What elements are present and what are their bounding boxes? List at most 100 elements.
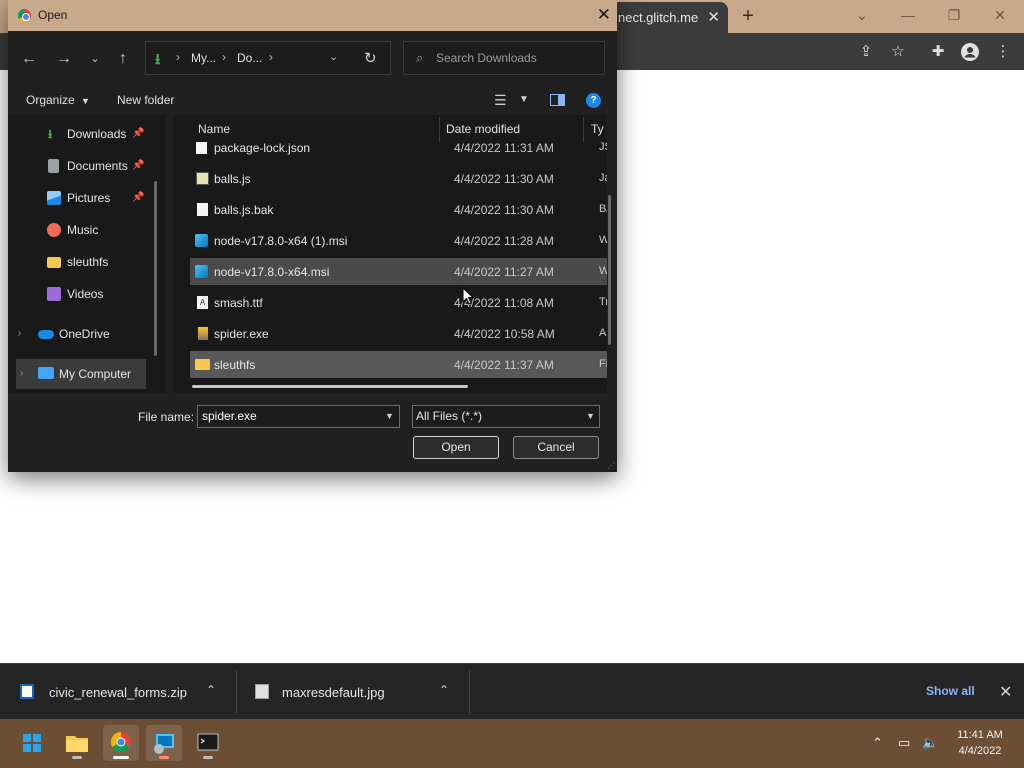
chevron-down-icon[interactable]: ▼ <box>385 411 394 421</box>
vertical-scrollbar[interactable] <box>608 195 611 345</box>
command-bar: Organize ▼ New folder ☰ ▼ ? <box>8 85 617 115</box>
sidebar-item-label: Music <box>67 223 99 237</box>
sidebar-item-onedrive[interactable]: › OneDrive <box>8 319 158 349</box>
chevron-up-icon[interactable]: ⌃ <box>206 683 216 697</box>
start-button[interactable] <box>14 725 50 761</box>
address-bar[interactable]: ⭳ › My... › Do... › ⌄ ↻ <box>145 41 391 75</box>
file-row-balls-js-bak[interactable]: balls.js.bak 4/4/2022 11:30 AM B/ <box>182 196 607 223</box>
dialog-footer: File name: spider.exe ▼ All Files (*.*) … <box>8 393 617 472</box>
back-arrow-icon[interactable]: ← <box>18 48 40 70</box>
restore-icon[interactable]: ❐ <box>932 3 976 27</box>
refresh-icon[interactable]: ↻ <box>364 49 377 67</box>
sidebar-item-my-computer[interactable]: › My Computer <box>16 359 146 389</box>
sidebar-item-sleuthfs[interactable]: sleuthfs <box>8 247 158 277</box>
chevron-down-icon: ▼ <box>81 96 90 106</box>
profile-icon[interactable] <box>958 40 982 64</box>
organize-label: Organize <box>26 93 75 107</box>
view-dropdown-icon[interactable]: ▼ <box>519 94 529 105</box>
exe-icon <box>198 327 208 340</box>
clock-date[interactable]: 4/4/2022 <box>945 745 1015 757</box>
browser-tab[interactable]: nect.glitch.me ✕ <box>600 2 728 33</box>
file-date: 4/4/2022 10:58 AM <box>454 327 555 341</box>
forward-arrow-icon[interactable]: → <box>53 48 75 70</box>
new-folder-button[interactable]: New folder <box>117 93 174 107</box>
download-bar: civic_renewal_forms.zip ⌃ maxresdefault.… <box>0 663 1024 719</box>
address-dropdown-icon[interactable]: ⌄ <box>329 50 338 63</box>
open-button[interactable]: Open <box>413 436 499 459</box>
open-file-dialog: Open ✕ ← → ⌄ ↑ ⭳ › My... › Do... › ⌄ ↻ ⌕… <box>8 0 617 472</box>
search-box[interactable]: ⌕ <box>403 41 605 75</box>
document-icon <box>48 159 59 173</box>
sidebar-item-pictures[interactable]: Pictures 📌 <box>8 183 158 213</box>
file-type: Fi <box>599 358 607 370</box>
file-row-node-msi-1[interactable]: node-v17.8.0-x64 (1).msi 4/4/2022 11:28 … <box>182 227 607 254</box>
cancel-button[interactable]: Cancel <box>513 436 599 459</box>
browser-tab-title: nect.glitch.me <box>618 10 699 25</box>
download-separator <box>469 670 470 714</box>
sidebar-item-label: Downloads <box>67 127 127 141</box>
clock-time[interactable]: 11:41 AM <box>945 729 1015 741</box>
taskbar-indicator <box>159 756 169 759</box>
file-explorer-taskbar-button[interactable] <box>59 725 95 761</box>
chrome-icon <box>18 9 31 22</box>
file-type-select[interactable]: All Files (*.*) <box>412 405 600 428</box>
sidebar-item-videos[interactable]: Videos <box>8 279 158 309</box>
breadcrumb-downloads[interactable]: Do... <box>237 51 262 65</box>
help-icon[interactable]: ? <box>586 93 601 108</box>
sidebar-scrollbar[interactable] <box>154 181 157 356</box>
view-icon[interactable]: ☰ <box>494 92 507 109</box>
file-row-balls-js[interactable]: balls.js 4/4/2022 11:30 AM Ja <box>182 165 607 192</box>
chevron-right-icon[interactable]: › <box>20 359 23 389</box>
file-name-input[interactable]: spider.exe <box>197 405 400 428</box>
sidebar-item-music[interactable]: Music <box>8 215 158 245</box>
file-type: Ja <box>599 172 607 184</box>
recent-locations-chevron-icon[interactable]: ⌄ <box>84 48 106 70</box>
star-icon[interactable]: ☆ <box>886 40 910 64</box>
show-all-link[interactable]: Show all <box>926 684 975 698</box>
breadcrumb-my[interactable]: My... <box>191 51 216 65</box>
file-name-label: File name: <box>138 410 195 424</box>
download-item-jpg[interactable]: maxresdefault.jpg ⌃ <box>237 664 469 720</box>
chrome-taskbar-button[interactable] <box>103 725 139 761</box>
terminal-taskbar-button[interactable] <box>190 725 226 761</box>
up-arrow-icon[interactable]: ↑ <box>112 48 134 70</box>
file-row-sleuthfs[interactable]: sleuthfs 4/4/2022 11:37 AM Fi <box>190 351 607 378</box>
close-icon[interactable]: ✕ <box>707 2 720 33</box>
chevron-up-icon[interactable]: ⌃ <box>439 683 449 697</box>
blank-file-icon <box>197 203 208 216</box>
file-row-package-lock[interactable]: package-lock.json 4/4/2022 11:31 AM JS <box>182 134 607 161</box>
computer-icon <box>38 367 54 379</box>
horizontal-scrollbar[interactable] <box>192 385 468 388</box>
file-row-node-msi[interactable]: node-v17.8.0-x64.msi 4/4/2022 11:27 AM W <box>190 258 607 285</box>
sidebar-item-downloads[interactable]: ⭳ Downloads 📌 <box>8 119 158 149</box>
resize-grip-icon[interactable]: ⋰ <box>607 461 615 470</box>
download-item-zip[interactable]: civic_renewal_forms.zip ⌃ <box>0 664 236 720</box>
chevron-right-icon[interactable]: › <box>18 319 21 349</box>
dialog-close-icon[interactable]: ✕ <box>597 5 611 25</box>
close-icon[interactable]: ✕ <box>999 682 1012 702</box>
dialog-title: Open <box>38 8 68 22</box>
search-input[interactable] <box>436 42 602 74</box>
taskbar-indicator <box>72 756 82 759</box>
volume-icon[interactable]: 🔈 <box>922 735 938 751</box>
file-list: Name Date modified Ty package-lock.json … <box>174 115 607 393</box>
organize-button[interactable]: Organize ▼ <box>26 93 90 107</box>
window-close-icon[interactable]: ✕ <box>978 3 1022 27</box>
installer-taskbar-button[interactable] <box>146 725 182 761</box>
preview-pane-icon[interactable] <box>550 94 565 106</box>
pin-icon: 📌 <box>132 160 145 171</box>
file-row-spider-exe[interactable]: spider.exe 4/4/2022 10:58 AM Ap <box>182 320 607 347</box>
sidebar-item-documents[interactable]: Documents 📌 <box>8 151 158 181</box>
chevron-down-icon[interactable]: ⌄ <box>840 3 884 27</box>
extensions-icon[interactable]: ✚ <box>926 40 950 64</box>
file-date: 4/4/2022 11:30 AM <box>454 172 554 186</box>
chevron-down-icon[interactable]: ▼ <box>586 411 595 421</box>
minimize-icon[interactable]: — <box>886 3 930 27</box>
more-menu-icon[interactable]: ⋮ <box>991 40 1015 64</box>
share-icon[interactable]: ⇪ <box>854 40 878 64</box>
file-row-smash-ttf[interactable]: A smash.ttf 4/4/2022 11:08 AM Tr <box>182 289 607 316</box>
new-tab-button[interactable]: + <box>736 4 760 28</box>
chevron-up-icon[interactable]: ⌃ <box>872 735 883 751</box>
network-icon[interactable]: ▭ <box>898 735 910 751</box>
file-date: 4/4/2022 11:37 AM <box>454 358 554 372</box>
